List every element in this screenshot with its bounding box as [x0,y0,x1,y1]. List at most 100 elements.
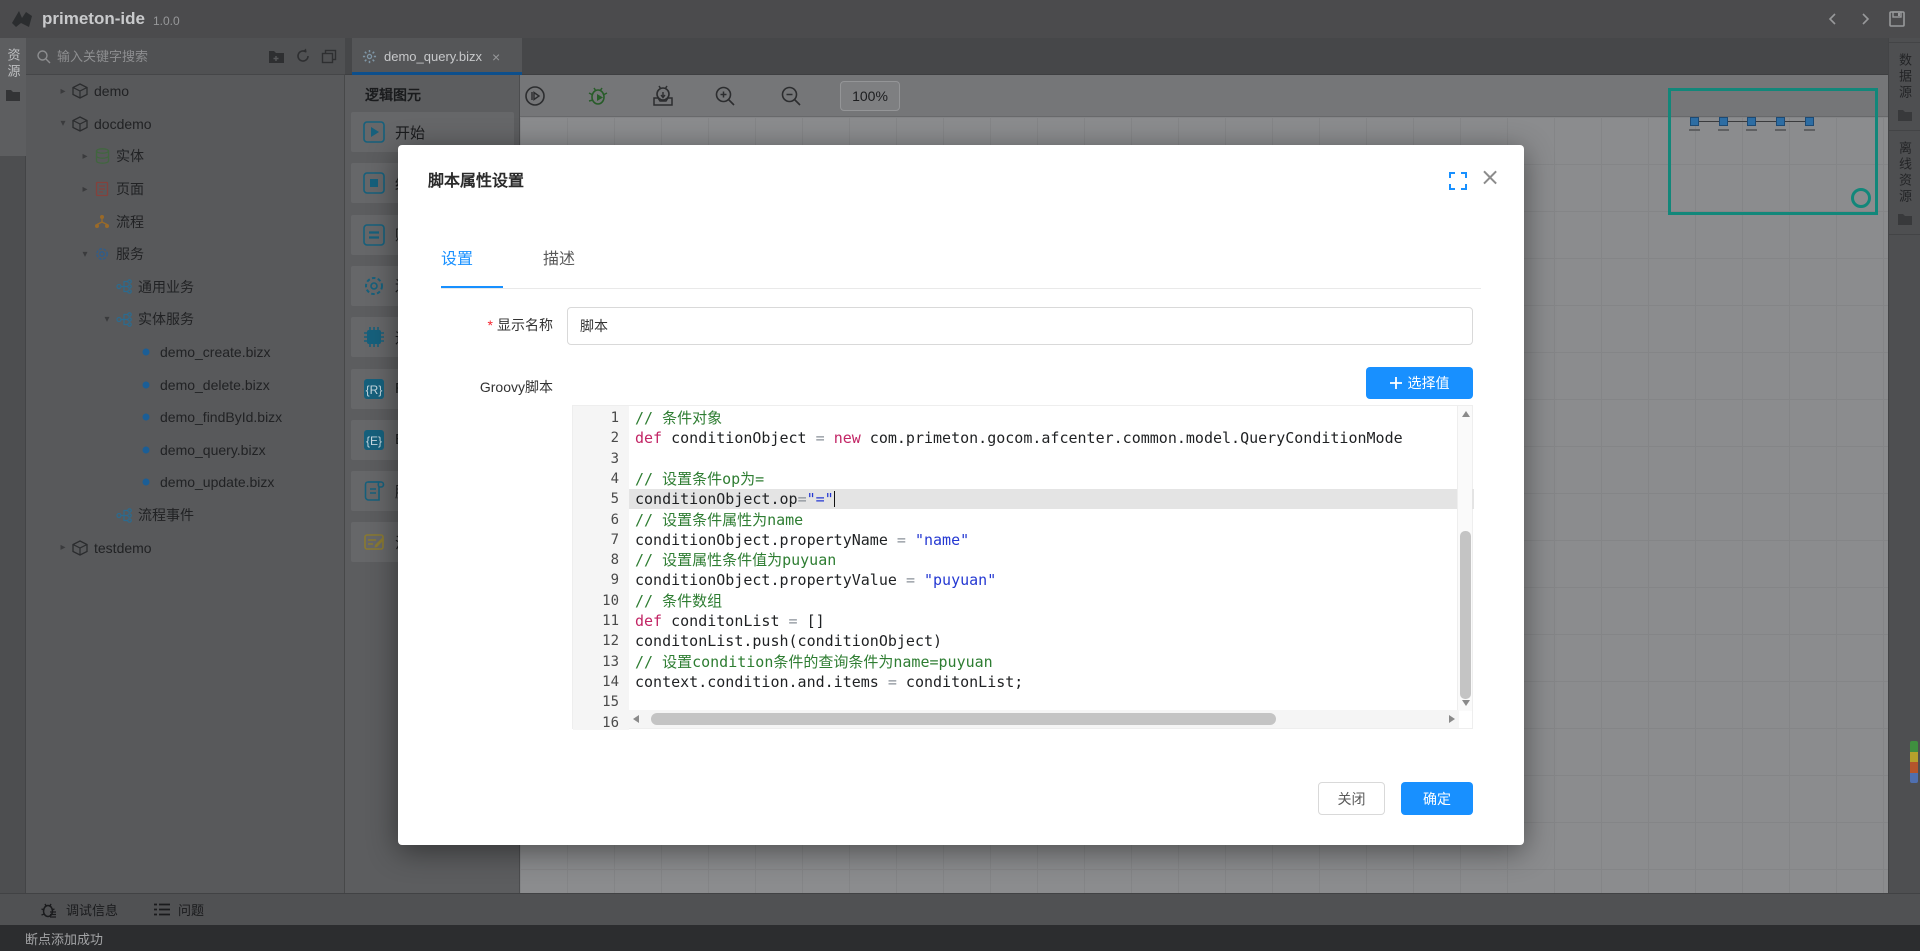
code-line-8: // 设置属性条件值为puyuan [629,550,1459,570]
gutter-line-number: 12 [579,631,619,651]
rule-r-icon: {R} [363,378,385,400]
problems-label: 问题 [178,900,204,919]
tree-item-testdemo[interactable]: ▸testdemo [26,531,344,564]
code-line-11: def conditonList = [] [629,611,1459,631]
debug-info-button[interactable]: 调试信息 [40,900,118,919]
app-logo-icon [10,8,34,30]
dialog-tab-settings[interactable]: 设置 [441,245,473,285]
compute-icon [363,326,385,348]
expander-down-icon[interactable]: ▾ [100,314,114,325]
collapse-panels-icon[interactable] [321,49,337,64]
tab-close-icon[interactable]: × [492,49,500,65]
app-title: primeton-ide [42,9,145,29]
new-folder-icon[interactable] [268,49,285,64]
tree-item-----[interactable]: 流程事件 [26,499,344,532]
status-message: 断点添加成功 [25,929,103,948]
dialog-title: 脚本属性设置 [428,167,524,191]
vertical-scroll-thumb[interactable] [1460,531,1471,699]
tree-item---[interactable]: ▾ 服务 [26,238,344,271]
editor-gutter: 12345678910111213141516 [573,406,629,730]
rule-e-icon: {E} [363,429,385,451]
dot-icon [136,381,156,389]
left-activity-strip: 资源 [0,38,26,893]
nav-forward-icon[interactable] [1856,10,1874,28]
sidebar-tab-resources[interactable]: 资源 [0,38,26,156]
refresh-icon[interactable] [295,48,311,64]
select-value-button[interactable]: 选择值 [1366,367,1473,399]
expander-right-icon[interactable]: ▸ [78,184,92,195]
scroll-right-icon[interactable] [1449,715,1455,723]
tree-item-demo_update-bizx[interactable]: demo_update.bizx [26,466,344,499]
tree-item-----[interactable]: 通用业务 [26,271,344,304]
sidebar-tab-datasource[interactable]: 数据源 [1889,42,1920,131]
run-icon[interactable] [522,83,548,109]
zoom-in-icon[interactable] [712,83,738,109]
dialog-close-icon[interactable]: × [1480,163,1500,191]
minimap-resize-handle[interactable] [1851,188,1871,208]
scroll-down-icon[interactable] [1462,700,1470,706]
expander-down-icon[interactable]: ▾ [56,118,70,129]
code-line-9: conditionObject.propertyValue = "puyuan" [629,570,1459,590]
tree-item-demo_delete-bizx[interactable]: demo_delete.bizx [26,368,344,401]
expander-right-icon[interactable]: ▸ [56,542,70,553]
sidebar-tab-offline-resources[interactable]: 离线资源 [1889,131,1920,235]
tree-item-docdemo[interactable]: ▾docdemo [26,108,344,141]
tree-item-label: 通用业务 [138,277,194,297]
package-icon [70,116,90,132]
code-pane[interactable]: // 条件对象def conditionObject = new com.pri… [629,406,1459,711]
mini-widget[interactable] [1910,741,1918,783]
save-icon[interactable] [1888,10,1906,28]
offline-resources-tab-label: 离线资源 [1895,141,1914,205]
tree-item---[interactable]: ▸页面 [26,173,344,206]
expander-right-icon[interactable]: ▸ [78,151,92,162]
problems-button[interactable]: 问题 [154,900,204,919]
tree-item-label: demo_update.bizx [160,474,274,490]
horizontal-scrollbar[interactable] [629,710,1459,728]
gutter-line-number: 3 [579,449,619,469]
tree-item-label: 服务 [116,244,144,264]
tree-item-demo_create-bizx[interactable]: demo_create.bizx [26,336,344,369]
nav-back-icon[interactable] [1824,10,1842,28]
tree-item-demo_query-bizx[interactable]: demo_query.bizx [26,434,344,467]
tree-item-label: demo_create.bizx [160,344,271,360]
dialog-tab-description[interactable]: 描述 [543,245,575,285]
tree-item-demo[interactable]: ▸demo [26,75,344,108]
tree-item-----[interactable]: ▾ 实体服务 [26,303,344,336]
gutter-line-number: 13 [579,652,619,672]
vertical-scrollbar[interactable] [1457,406,1472,711]
minimap-node-label [1746,129,1757,131]
close-button[interactable]: 关闭 [1318,782,1385,815]
search-input[interactable] [57,49,207,64]
end-icon [363,172,385,194]
code-line-13: // 设置condition条件的查询条件为name=puyuan [629,652,1459,672]
gutter-line-number: 11 [579,611,619,631]
note-icon [363,531,385,553]
tree-item-label: 实体服务 [138,309,194,329]
tree-item-demo_findById-bizx[interactable]: demo_findById.bizx [26,401,344,434]
code-line-1: // 条件对象 [629,408,1459,428]
expander-down-icon[interactable]: ▾ [78,249,92,260]
tab-demo-query[interactable]: demo_query.bizx × [352,38,522,75]
tab-label: demo_query.bizx [384,49,482,64]
debug-step-icon[interactable] [650,83,676,109]
script-properties-dialog: 脚本属性设置 × 设置 描述 *显示名称 Groovy脚本 选择值 123456… [398,145,1524,845]
gutter-line-number: 1 [579,408,619,428]
scroll-up-icon[interactable] [1462,411,1470,417]
ok-button[interactable]: 确定 [1401,782,1473,815]
scroll-left-icon[interactable] [633,715,639,723]
flow-icon [92,214,112,230]
display-name-input[interactable] [567,307,1473,345]
minimap[interactable] [1668,88,1878,215]
app-version: 1.0.0 [153,14,180,28]
zoom-level[interactable]: 100% [840,81,900,111]
horizontal-scroll-thumb[interactable] [651,713,1276,725]
gutter-line-number: 15 [579,692,619,712]
search-icon [36,49,51,64]
groovy-code-editor[interactable]: 12345678910111213141516 // 条件对象def condi… [572,405,1473,729]
fullscreen-icon[interactable] [1449,172,1467,190]
zoom-out-icon[interactable] [778,83,804,109]
debug-run-icon[interactable] [586,83,612,109]
tree-item---[interactable]: 流程 [26,205,344,238]
expander-right-icon[interactable]: ▸ [56,86,70,97]
tree-item---[interactable]: ▸实体 [26,140,344,173]
